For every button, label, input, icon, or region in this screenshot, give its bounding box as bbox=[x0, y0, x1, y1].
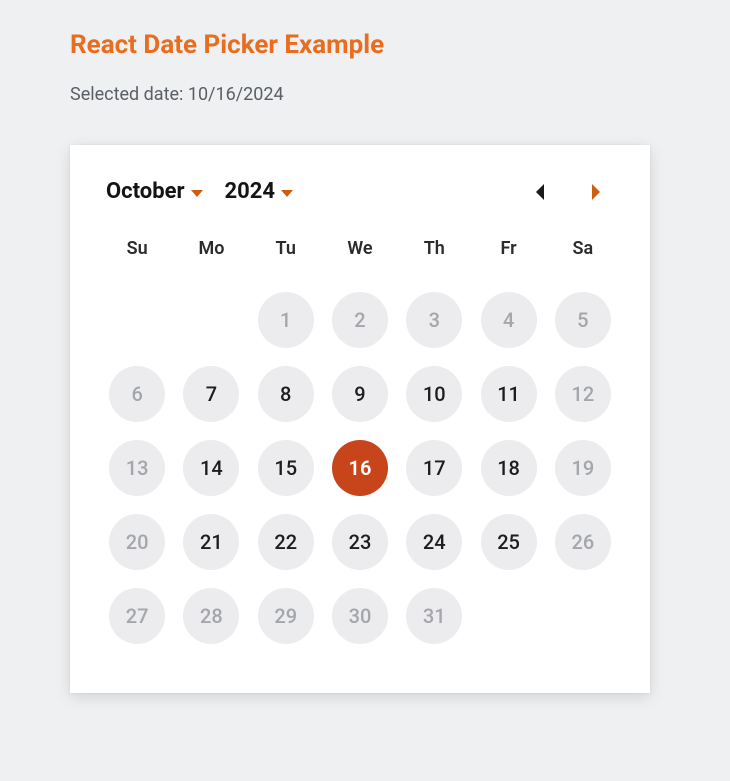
caret-down-icon bbox=[281, 190, 293, 197]
picker-header: October 2024 bbox=[100, 179, 620, 204]
next-month-button[interactable] bbox=[586, 182, 606, 202]
date-cell[interactable]: 24 bbox=[406, 514, 462, 570]
date-cell-selected[interactable]: 16 bbox=[332, 440, 388, 496]
selected-date-label: Selected date: bbox=[70, 84, 188, 105]
date-cell[interactable]: 15 bbox=[258, 440, 314, 496]
date-cell[interactable]: 5 bbox=[555, 292, 611, 348]
date-cell[interactable]: 23 bbox=[332, 514, 388, 570]
date-cell[interactable]: 18 bbox=[481, 440, 537, 496]
date-cell[interactable]: 27 bbox=[109, 588, 165, 644]
date-cell[interactable]: 1 bbox=[258, 292, 314, 348]
date-cell[interactable]: 12 bbox=[555, 366, 611, 422]
date-cell[interactable]: 11 bbox=[481, 366, 537, 422]
date-cell[interactable]: 31 bbox=[406, 588, 462, 644]
weekday-header-row: Su Mo Tu We Th Fr Sa bbox=[100, 232, 620, 265]
date-cell-empty bbox=[109, 292, 165, 348]
prev-month-button[interactable] bbox=[530, 182, 550, 202]
selected-date-value: 10/16/2024 bbox=[188, 84, 284, 105]
date-cell[interactable]: 17 bbox=[406, 440, 462, 496]
weekday-cell: Su bbox=[100, 232, 174, 265]
date-cell-empty bbox=[183, 292, 239, 348]
weekday-cell: Fr bbox=[471, 232, 545, 265]
weekday-cell: Sa bbox=[546, 232, 620, 265]
nav-arrows bbox=[530, 182, 614, 202]
caret-down-icon bbox=[191, 190, 203, 197]
date-cell[interactable]: 3 bbox=[406, 292, 462, 348]
date-cell[interactable]: 21 bbox=[183, 514, 239, 570]
date-cell[interactable]: 6 bbox=[109, 366, 165, 422]
date-cell[interactable]: 7 bbox=[183, 366, 239, 422]
date-cell[interactable]: 19 bbox=[555, 440, 611, 496]
date-cell[interactable]: 26 bbox=[555, 514, 611, 570]
date-cell[interactable]: 8 bbox=[258, 366, 314, 422]
date-cell[interactable]: 30 bbox=[332, 588, 388, 644]
weekday-cell: We bbox=[323, 232, 397, 265]
date-cell[interactable]: 29 bbox=[258, 588, 314, 644]
selected-date-display: Selected date: 10/16/2024 bbox=[70, 84, 730, 105]
date-picker: October 2024 Su Mo Tu We Th Fr Sa 123456… bbox=[70, 145, 650, 693]
weekday-cell: Mo bbox=[174, 232, 248, 265]
year-select[interactable]: 2024 bbox=[225, 179, 294, 204]
date-cell[interactable]: 20 bbox=[109, 514, 165, 570]
date-cell[interactable]: 22 bbox=[258, 514, 314, 570]
year-label: 2024 bbox=[225, 179, 276, 204]
date-cell[interactable]: 13 bbox=[109, 440, 165, 496]
date-cell[interactable]: 28 bbox=[183, 588, 239, 644]
dates-grid: 1234567891011121314151617181920212223242… bbox=[100, 283, 620, 653]
chevron-left-icon bbox=[536, 184, 544, 200]
page-title: React Date Picker Example bbox=[70, 30, 730, 60]
date-cell[interactable]: 9 bbox=[332, 366, 388, 422]
date-cell[interactable]: 2 bbox=[332, 292, 388, 348]
month-label: October bbox=[106, 179, 185, 204]
date-cell[interactable]: 10 bbox=[406, 366, 462, 422]
date-cell[interactable]: 14 bbox=[183, 440, 239, 496]
chevron-right-icon bbox=[592, 184, 600, 200]
weekday-cell: Th bbox=[397, 232, 471, 265]
date-cell[interactable]: 4 bbox=[481, 292, 537, 348]
weekday-cell: Tu bbox=[249, 232, 323, 265]
month-select[interactable]: October bbox=[106, 179, 203, 204]
date-cell[interactable]: 25 bbox=[481, 514, 537, 570]
